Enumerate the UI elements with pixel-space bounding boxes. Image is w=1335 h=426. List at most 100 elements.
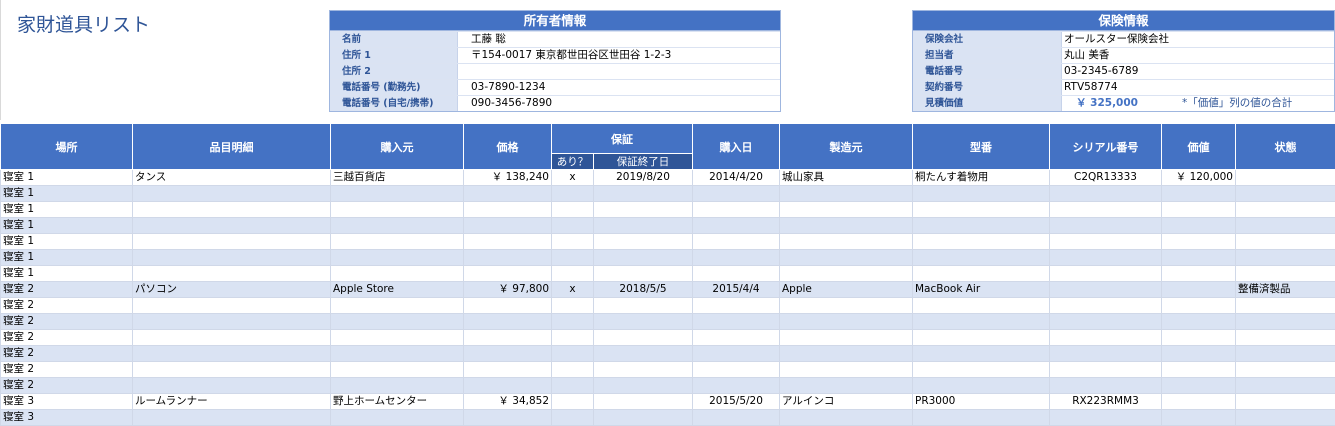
cell-item[interactable] — [132, 329, 331, 346]
cell-warranty-end[interactable] — [593, 393, 693, 410]
col-header-purchase-date[interactable]: 購入日 — [692, 123, 780, 170]
cell-model[interactable] — [912, 409, 1050, 426]
col-header-warranty-end[interactable]: 保証終了日 — [593, 153, 693, 170]
cell-condition[interactable] — [1235, 361, 1335, 378]
owner-row-home-phone[interactable]: 電話番号 (自宅/携帯) 090-3456-7890 — [330, 95, 780, 111]
cell-vendor[interactable] — [330, 265, 464, 282]
cell-warranty-end[interactable]: 2018/5/5 — [593, 281, 693, 298]
cell-warranty-end[interactable] — [593, 249, 693, 266]
cell-vendor[interactable] — [330, 297, 464, 314]
cell-value[interactable] — [1161, 201, 1236, 218]
cell-vendor[interactable] — [330, 185, 464, 202]
cell-purchase-date[interactable] — [692, 345, 780, 362]
cell-warranty-has[interactable] — [551, 313, 594, 330]
cell-maker[interactable]: 城山家具 — [779, 169, 913, 186]
owner-row-address1[interactable]: 住所 1 〒154-0017 東京都世田谷区世田谷 1-2-3 — [330, 47, 780, 63]
cell-item[interactable]: ルームランナー — [132, 393, 331, 410]
cell-purchase-date[interactable] — [692, 313, 780, 330]
owner-row-work-phone[interactable]: 電話番号 (勤務先) 03-7890-1234 — [330, 79, 780, 95]
cell-vendor[interactable] — [330, 201, 464, 218]
cell-price[interactable] — [463, 233, 552, 250]
cell-value[interactable] — [1161, 233, 1236, 250]
cell-maker[interactable] — [779, 345, 913, 362]
cell-maker[interactable] — [779, 217, 913, 234]
cell-price[interactable]: ￥ 97,800 — [463, 281, 552, 298]
col-header-warranty[interactable]: 保証 — [551, 123, 693, 154]
cell-warranty-has[interactable] — [551, 329, 594, 346]
cell-warranty-has[interactable]: x — [551, 281, 594, 298]
cell-value[interactable] — [1161, 377, 1236, 394]
cell-model[interactable]: MacBook Air — [912, 281, 1050, 298]
cell-condition[interactable] — [1235, 249, 1335, 266]
cell-warranty-end[interactable] — [593, 265, 693, 282]
cell-model[interactable] — [912, 249, 1050, 266]
cell-condition[interactable] — [1235, 409, 1335, 426]
cell-price[interactable] — [463, 361, 552, 378]
cell-warranty-has[interactable] — [551, 345, 594, 362]
cell-purchase-date[interactable] — [692, 217, 780, 234]
cell-condition[interactable] — [1235, 217, 1335, 234]
cell-warranty-has[interactable] — [551, 377, 594, 394]
cell-vendor[interactable] — [330, 409, 464, 426]
cell-item[interactable]: パソコン — [132, 281, 331, 298]
cell-warranty-end[interactable] — [593, 297, 693, 314]
cell-serial[interactable] — [1049, 329, 1162, 346]
cell-location[interactable]: 寝室 2 — [0, 329, 133, 346]
owner-value[interactable]: 090-3456-7890 — [458, 96, 780, 111]
cell-warranty-end[interactable] — [593, 233, 693, 250]
cell-purchase-date[interactable] — [692, 297, 780, 314]
cell-warranty-end[interactable] — [593, 329, 693, 346]
cell-item[interactable] — [132, 409, 331, 426]
cell-item[interactable] — [132, 185, 331, 202]
cell-serial[interactable] — [1049, 185, 1162, 202]
insurance-value[interactable]: 03-2345-6789 — [1062, 64, 1334, 79]
cell-model[interactable]: PR3000 — [912, 393, 1050, 410]
cell-model[interactable] — [912, 313, 1050, 330]
cell-maker[interactable] — [779, 313, 913, 330]
cell-item[interactable] — [132, 377, 331, 394]
cell-vendor[interactable] — [330, 313, 464, 330]
cell-item[interactable] — [132, 265, 331, 282]
cell-vendor[interactable]: Apple Store — [330, 281, 464, 298]
cell-model[interactable] — [912, 217, 1050, 234]
cell-item[interactable] — [132, 201, 331, 218]
cell-warranty-end[interactable] — [593, 345, 693, 362]
cell-purchase-date[interactable]: 2014/4/20 — [692, 169, 780, 186]
insurance-row-phone[interactable]: 電話番号 03-2345-6789 — [913, 63, 1334, 79]
cell-purchase-date[interactable]: 2015/5/20 — [692, 393, 780, 410]
col-header-warranty-has[interactable]: あり？ — [551, 153, 594, 170]
col-header-model[interactable]: 型番 — [912, 123, 1050, 170]
cell-location[interactable]: 寝室 1 — [0, 169, 133, 186]
cell-warranty-end[interactable] — [593, 217, 693, 234]
cell-purchase-date[interactable]: 2015/4/4 — [692, 281, 780, 298]
cell-value[interactable] — [1161, 393, 1236, 410]
cell-location[interactable]: 寝室 2 — [0, 297, 133, 314]
cell-condition[interactable] — [1235, 377, 1335, 394]
cell-maker[interactable] — [779, 361, 913, 378]
insurance-row-estimate[interactable]: 見積価値 ￥ 325,000 *「価値」列の値の合計 — [913, 95, 1334, 111]
cell-warranty-end[interactable] — [593, 185, 693, 202]
cell-location[interactable]: 寝室 1 — [0, 217, 133, 234]
cell-vendor[interactable] — [330, 377, 464, 394]
cell-maker[interactable]: Apple — [779, 281, 913, 298]
cell-maker[interactable]: アルインコ — [779, 393, 913, 410]
cell-item[interactable] — [132, 361, 331, 378]
cell-warranty-has[interactable] — [551, 361, 594, 378]
cell-model[interactable] — [912, 297, 1050, 314]
col-header-value[interactable]: 価値 — [1161, 123, 1236, 170]
cell-value[interactable] — [1161, 249, 1236, 266]
cell-price[interactable] — [463, 265, 552, 282]
cell-serial[interactable] — [1049, 377, 1162, 394]
owner-row-address2[interactable]: 住所 2 — [330, 63, 780, 79]
cell-location[interactable]: 寝室 1 — [0, 185, 133, 202]
cell-serial[interactable] — [1049, 281, 1162, 298]
col-header-price[interactable]: 価格 — [463, 123, 552, 170]
cell-value[interactable] — [1161, 217, 1236, 234]
cell-serial[interactable] — [1049, 217, 1162, 234]
cell-location[interactable]: 寝室 1 — [0, 233, 133, 250]
cell-value[interactable] — [1161, 361, 1236, 378]
cell-warranty-has[interactable]: x — [551, 169, 594, 186]
cell-value[interactable] — [1161, 281, 1236, 298]
cell-condition[interactable] — [1235, 297, 1335, 314]
cell-location[interactable]: 寝室 1 — [0, 201, 133, 218]
